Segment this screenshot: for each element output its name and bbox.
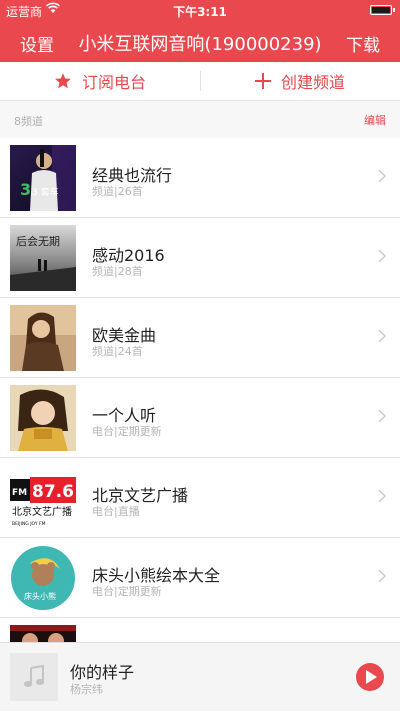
list-item[interactable]: 床头小熊 床头小熊绘本大全 电台|定期更新 bbox=[0, 538, 400, 618]
channel-subtitle: 频道|26首 bbox=[92, 185, 143, 198]
subscribe-label: 订阅电台 bbox=[81, 73, 146, 92]
play-icon bbox=[366, 670, 377, 684]
channel-subtitle: 电台|直播 bbox=[92, 505, 140, 518]
edit-button[interactable]: 编辑 bbox=[364, 112, 386, 128]
status-bar: 运营商 下午3:11 bbox=[0, 0, 400, 20]
chevron-right-icon bbox=[378, 169, 386, 183]
star-icon bbox=[55, 73, 71, 89]
channel-thumbnail bbox=[10, 305, 76, 371]
create-channel-label: 创建频道 bbox=[280, 73, 345, 92]
channel-subtitle: 频道|28首 bbox=[92, 265, 143, 278]
thumbnail-fm: FM bbox=[12, 488, 27, 498]
play-button[interactable] bbox=[356, 663, 384, 691]
thumbnail-frequency: 87.6 bbox=[32, 482, 74, 502]
list-item[interactable]: 3 3 套车 经典也流行 频道|26首 bbox=[0, 138, 400, 218]
section-header: 8频道 编辑 bbox=[0, 101, 400, 139]
chevron-right-icon bbox=[378, 489, 386, 503]
channel-subtitle: 电台|定期更新 bbox=[92, 425, 162, 438]
thumbnail-station-name: 北京文艺广播 bbox=[12, 505, 72, 518]
mini-player[interactable]: 你的样子 杨宗纬 bbox=[0, 642, 400, 711]
chevron-right-icon bbox=[378, 249, 386, 263]
subscribe-radio-button[interactable]: 订阅电台 bbox=[0, 62, 200, 100]
chevron-right-icon bbox=[378, 409, 386, 423]
list-item[interactable]: FM 87.6 北京文艺广播 BEIJING JOY FM 北京文艺广播 电台|… bbox=[0, 458, 400, 538]
list-item[interactable]: 一个人听 电台|定期更新 bbox=[0, 378, 400, 458]
download-button[interactable]: 下载 bbox=[346, 31, 380, 56]
svg-text:3: 3 bbox=[20, 180, 31, 199]
battery-icon bbox=[370, 5, 395, 15]
channel-thumbnail: 床头小熊 bbox=[10, 545, 76, 611]
thumbnail-caption: 3 套车 bbox=[32, 186, 59, 198]
clock: 下午3:11 bbox=[173, 5, 227, 19]
thumbnail-caption: 后会无期 bbox=[16, 235, 60, 248]
list-item[interactable]: 后会无期 感动2016 频道|28首 bbox=[0, 218, 400, 298]
song-title: 你的样子 bbox=[70, 663, 135, 682]
music-note-icon bbox=[24, 665, 44, 687]
channel-thumbnail bbox=[10, 385, 76, 451]
channel-count: 8频道 bbox=[14, 115, 43, 128]
action-bar: 订阅电台 创建频道 bbox=[0, 62, 400, 101]
thumbnail-caption: 床头小熊 bbox=[24, 591, 56, 601]
navigation-bar: 设置 小米互联网音响(190000239) 下载 bbox=[0, 20, 400, 62]
channel-thumbnail: FM 87.6 北京文艺广播 BEIJING JOY FM bbox=[10, 465, 76, 531]
page-title: 小米互联网音响(190000239) bbox=[78, 34, 322, 55]
thumbnail-station-english: BEIJING JOY FM bbox=[12, 521, 46, 527]
channel-thumbnail: 3 3 套车 bbox=[10, 145, 76, 211]
channel-subtitle: 频道|24首 bbox=[92, 345, 143, 358]
chevron-right-icon bbox=[378, 329, 386, 343]
channel-thumbnail: 后会无期 bbox=[10, 225, 76, 291]
settings-button[interactable]: 设置 bbox=[20, 31, 54, 56]
album-art-placeholder bbox=[10, 653, 58, 701]
channel-subtitle: 电台|定期更新 bbox=[92, 585, 162, 598]
list-item[interactable]: 欧美金曲 频道|24首 bbox=[0, 298, 400, 378]
chevron-right-icon bbox=[378, 569, 386, 583]
artist-name: 杨宗纬 bbox=[70, 683, 103, 696]
plus-icon bbox=[254, 73, 271, 89]
create-channel-button[interactable]: 创建频道 bbox=[200, 62, 400, 100]
